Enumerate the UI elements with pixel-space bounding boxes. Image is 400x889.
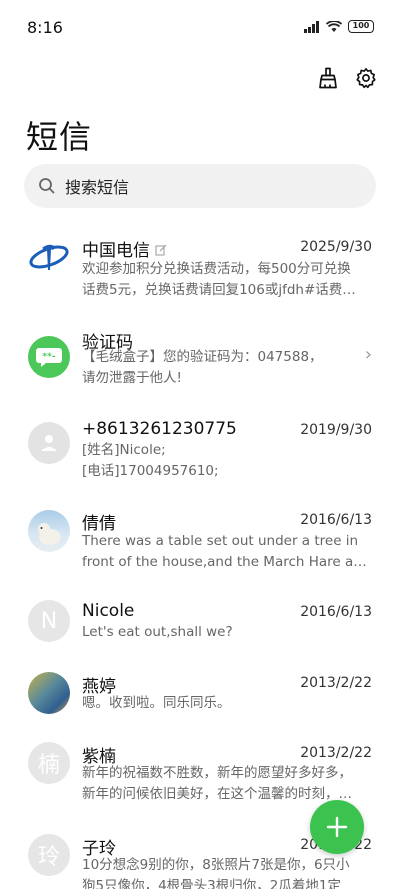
new-message-button[interactable] <box>310 800 364 854</box>
status-bar: 8:16 100 <box>0 0 400 56</box>
top-actions <box>316 66 378 90</box>
page-title: 短信 <box>26 118 93 156</box>
battery-icon: 100 <box>348 20 374 33</box>
conversation-name: +8613261230775 <box>82 419 237 439</box>
conversation-row[interactable]: **- 验证码 › 【毛绒盒子】您的验证码为：047588， 请勿泄露于他人! <box>0 322 400 408</box>
letter-avatar: 玲 <box>28 834 70 876</box>
edit-icon <box>155 244 167 256</box>
photo-avatar-polar-bear <box>28 510 70 552</box>
conversation-preview: There was a table set out under a tree i… <box>82 533 372 570</box>
person-icon <box>28 422 70 464</box>
gear-icon[interactable] <box>354 66 378 90</box>
conversation-name: Nicole <box>82 601 135 621</box>
svg-text:**-: **- <box>42 352 55 362</box>
photo-avatar-landscape <box>28 672 70 714</box>
conversation-date: 2016/6/13 <box>300 512 372 528</box>
china-telecom-logo <box>28 236 70 278</box>
status-icons: 100 <box>304 20 374 33</box>
conversation-preview: [姓名]Nicole; [电话]17004957610; <box>82 442 219 479</box>
search-icon <box>39 178 55 194</box>
letter-avatar: N <box>28 600 70 642</box>
status-time: 8:16 <box>27 18 63 37</box>
conversation-date: 2016/6/13 <box>300 604 372 620</box>
plus-icon <box>326 816 348 838</box>
conversation-preview: Let's eat out,shall we? <box>82 624 233 640</box>
verification-code-icon: **- <box>28 336 70 378</box>
letter-avatar: 楠 <box>28 742 70 784</box>
conversation-date: 2025/9/30 <box>300 239 372 255</box>
conversation-preview: 10分想念9别的你，8张照片7张是你，6只小 狗5只像你，4根骨头3根归你，2瓜… <box>82 857 350 889</box>
conversation-name: 中国电信 <box>82 236 167 261</box>
wifi-icon <box>326 20 342 32</box>
search-placeholder: 搜索短信 <box>65 178 130 197</box>
conversation-row[interactable]: +8613261230775 2019/9/30 [姓名]Nicole; [电话… <box>0 414 400 500</box>
conversation-row[interactable]: 中国电信 2025/9/30 欢迎参加积分兑换话费活动，每500分可兑换 话费5… <box>0 226 400 312</box>
conversation-preview: 新年的祝福数不胜数，新年的愿望好多好多， 新年的问候依旧美好，在这个温馨的时刻，… <box>82 765 352 802</box>
broom-icon[interactable] <box>316 66 340 90</box>
search-input[interactable]: 搜索短信 <box>24 164 376 208</box>
conversation-date: 2019/9/30 <box>300 422 372 438</box>
conversation-date: 2013/2/22 <box>300 745 372 761</box>
conversation-row[interactable]: 倩倩 2016/6/13 There was a table set out u… <box>0 506 400 592</box>
conversation-preview: 嗯。收到啦。同乐同乐。 <box>82 695 231 711</box>
conversation-preview: 【毛绒盒子】您的验证码为：047588， 请勿泄露于他人! <box>82 349 323 386</box>
conversation-date: 2013/2/22 <box>300 675 372 691</box>
signal-icon <box>304 20 319 33</box>
conversation-preview: 欢迎参加积分兑换话费活动，每500分可兑换 话费5元，兑换话费请回复106或jf… <box>82 261 356 298</box>
